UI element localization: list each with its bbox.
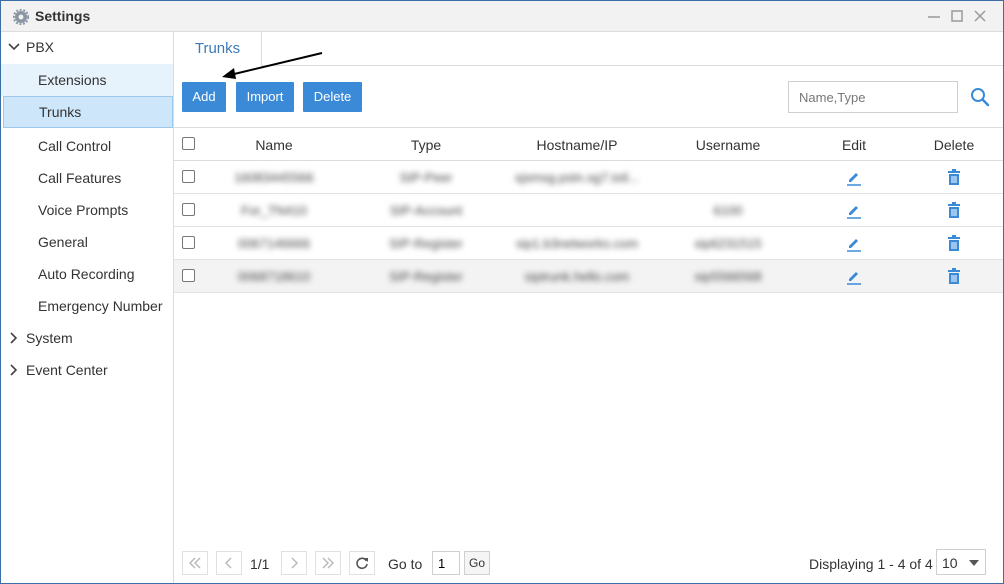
trash-icon[interactable] bbox=[945, 234, 963, 252]
edit-icon[interactable] bbox=[845, 201, 863, 219]
column-header-username: Username bbox=[695, 137, 761, 153]
sidebar-item-voice-prompts[interactable]: Voice Prompts bbox=[1, 194, 173, 226]
caret-down-icon bbox=[969, 560, 979, 566]
import-button[interactable]: Import bbox=[236, 82, 294, 112]
cell-hostname: sjsmsg.pstn.sg7.txtl... bbox=[514, 170, 640, 185]
sidebar-item-call-features[interactable]: Call Features bbox=[1, 162, 173, 194]
sidebar-item-trunks[interactable]: Trunks bbox=[3, 96, 173, 128]
minimize-icon[interactable] bbox=[925, 7, 943, 25]
row-checkbox[interactable] bbox=[182, 203, 195, 216]
cell-type: SIP-Register bbox=[389, 236, 463, 251]
table-row[interactable]: For_TN410 SIP-Account 6100 bbox=[174, 194, 1003, 227]
gear-icon bbox=[12, 8, 30, 26]
chevron-right-icon bbox=[7, 363, 21, 377]
sidebar-item-call-control[interactable]: Call Control bbox=[1, 130, 173, 162]
goto-label: Go to bbox=[388, 556, 423, 572]
column-header-delete: Delete bbox=[933, 137, 975, 153]
page-size-select[interactable]: 10 bbox=[936, 549, 986, 575]
table-row[interactable]: 0068718610 SIP-Register siptrunk.hello.c… bbox=[174, 260, 1003, 293]
settings-window: Settings PBX Extensions Trunks Call Cont… bbox=[0, 0, 1004, 584]
window-title: Settings bbox=[35, 8, 91, 24]
sidebar-item-general[interactable]: General bbox=[1, 226, 173, 258]
cell-username: 6100 bbox=[713, 203, 743, 218]
refresh-icon[interactable] bbox=[349, 551, 375, 575]
chevron-down-icon bbox=[7, 40, 21, 54]
cell-hostname: sip1.b3networks.com bbox=[515, 236, 639, 251]
tab-trunks[interactable]: Trunks bbox=[174, 32, 262, 67]
edit-icon[interactable] bbox=[845, 168, 863, 186]
sidebar-item-label: Extensions bbox=[38, 72, 107, 88]
sidebar-item-emergency-number[interactable]: Emergency Number bbox=[1, 290, 173, 322]
display-count: Displaying 1 - 4 of 4 bbox=[809, 556, 933, 572]
sidebar-group-pbx[interactable]: PBX bbox=[1, 32, 174, 62]
table-row[interactable]: 16083445566 SIP-Peer sjsmsg.pstn.sg7.txt… bbox=[174, 161, 1003, 194]
chevron-right-icon bbox=[7, 331, 21, 345]
column-header-type: Type bbox=[410, 137, 442, 153]
cell-name: 0067146666 bbox=[237, 236, 311, 251]
sidebar-group-label: PBX bbox=[26, 39, 55, 55]
prev-page-icon[interactable] bbox=[216, 551, 242, 575]
close-icon[interactable] bbox=[971, 7, 989, 25]
sidebar-item-label: General bbox=[38, 234, 88, 250]
sidebar-item-label: Call Control bbox=[38, 138, 112, 154]
row-checkbox[interactable] bbox=[182, 236, 195, 249]
sidebar-group-system[interactable]: System bbox=[1, 323, 174, 353]
table-row[interactable]: 0067146666 SIP-Register sip1.b3networks.… bbox=[174, 227, 1003, 260]
select-all-checkbox[interactable] bbox=[182, 137, 195, 150]
goto-page-input[interactable] bbox=[432, 551, 460, 575]
tab-bar: Trunks bbox=[174, 32, 1003, 67]
row-checkbox[interactable] bbox=[182, 170, 195, 183]
main-panel: Trunks Add Import Delete Name Type Hostn… bbox=[174, 32, 1003, 583]
trash-icon[interactable] bbox=[945, 267, 963, 285]
trash-icon[interactable] bbox=[945, 168, 963, 186]
trash-icon[interactable] bbox=[945, 201, 963, 219]
row-checkbox[interactable] bbox=[182, 269, 195, 282]
first-page-icon[interactable] bbox=[182, 551, 208, 575]
column-header-edit: Edit bbox=[841, 137, 867, 153]
sidebar-item-extensions[interactable]: Extensions bbox=[1, 64, 173, 96]
sidebar-item-label: Auto Recording bbox=[38, 266, 135, 282]
search-input[interactable] bbox=[788, 81, 958, 113]
cell-type: SIP-Peer bbox=[399, 170, 453, 185]
cell-username: sip5566568 bbox=[694, 269, 762, 284]
cell-name: For_TN410 bbox=[241, 203, 307, 218]
search-icon[interactable] bbox=[970, 87, 990, 107]
cell-type: SIP-Register bbox=[389, 269, 463, 284]
cell-name: 16083445566 bbox=[234, 170, 314, 185]
sidebar-item-label: Trunks bbox=[39, 104, 82, 120]
sidebar-item-label: Call Features bbox=[38, 170, 122, 186]
sidebar-item-auto-recording[interactable]: Auto Recording bbox=[1, 258, 173, 290]
cell-type: SIP-Account bbox=[389, 203, 463, 218]
go-button[interactable]: Go bbox=[464, 551, 490, 575]
sidebar: PBX Extensions Trunks Call Control Call … bbox=[1, 32, 174, 583]
cell-hostname: siptrunk.hello.com bbox=[524, 269, 630, 284]
column-header-name: Name bbox=[255, 137, 293, 153]
sidebar-group-label: System bbox=[26, 330, 73, 346]
page-size-value: 10 bbox=[942, 555, 958, 571]
next-page-icon[interactable] bbox=[281, 551, 307, 575]
edit-icon[interactable] bbox=[845, 267, 863, 285]
cell-username: sip6231515 bbox=[694, 236, 762, 251]
last-page-icon[interactable] bbox=[315, 551, 341, 575]
delete-button[interactable]: Delete bbox=[303, 82, 362, 112]
table-header: Name Type Hostname/IP Username Edit Dele… bbox=[174, 127, 1003, 161]
sidebar-group-event-center[interactable]: Event Center bbox=[1, 355, 174, 385]
pagination-bar: 1/1 Go to Go Displaying 1 - 4 of 4 10 bbox=[174, 548, 1003, 578]
sidebar-item-label: Voice Prompts bbox=[38, 202, 129, 218]
column-header-hostname: Hostname/IP bbox=[536, 137, 618, 153]
add-button[interactable]: Add bbox=[182, 82, 226, 112]
maximize-icon[interactable] bbox=[948, 7, 966, 25]
title-bar: Settings bbox=[1, 1, 1003, 32]
sidebar-group-label: Event Center bbox=[26, 362, 108, 378]
cell-name: 0068718610 bbox=[237, 269, 311, 284]
sidebar-item-label: Emergency Number bbox=[38, 298, 163, 314]
edit-icon[interactable] bbox=[845, 234, 863, 252]
page-indicator: 1/1 bbox=[250, 556, 270, 572]
